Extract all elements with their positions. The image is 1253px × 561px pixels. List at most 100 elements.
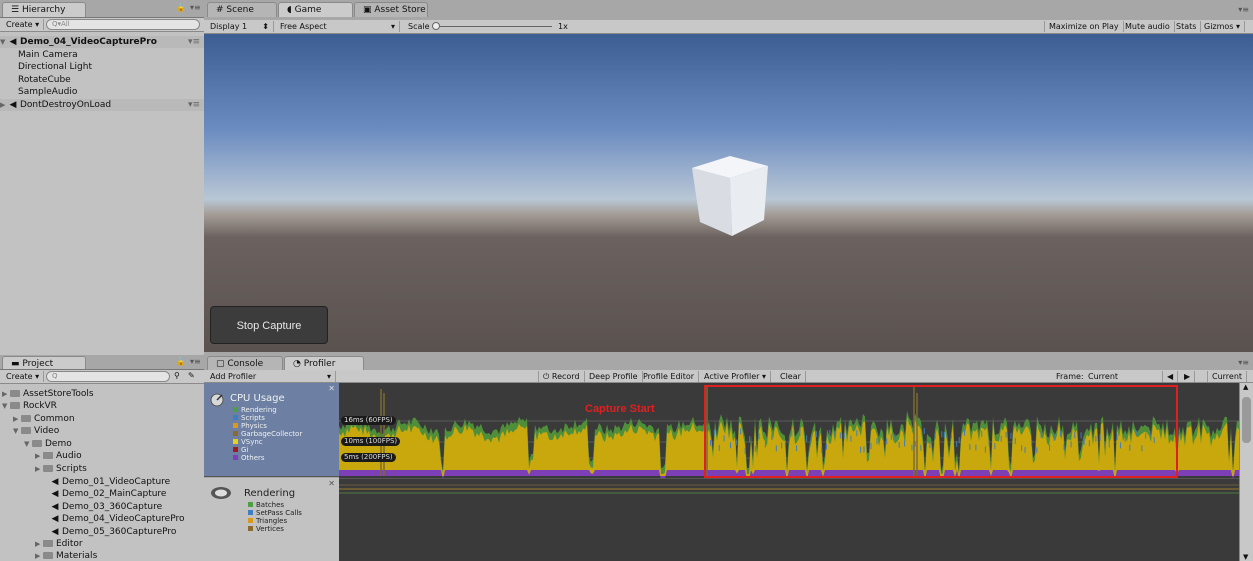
stop-capture-button[interactable]: Stop Capture bbox=[210, 306, 328, 344]
hierarchy-scene-row[interactable]: ▼ ◀ Demo_04_VideoCapturePro ▾≡ bbox=[0, 36, 204, 48]
project-item[interactable]: ◀ Demo_04_VideoCapturePro bbox=[0, 513, 204, 525]
project-item[interactable]: ◀ Demo_05_360CapturePro bbox=[0, 526, 204, 538]
legend-item-others[interactable]: Others bbox=[233, 454, 302, 462]
create-button[interactable]: Create ▾ bbox=[2, 371, 45, 382]
expand-arrow-icon[interactable]: ▼ bbox=[24, 438, 32, 450]
tab-asset-store[interactable]: ▣ Asset Store bbox=[354, 2, 428, 17]
project-item[interactable]: ▶ Audio bbox=[0, 450, 204, 462]
stats-toggle[interactable]: Stats bbox=[1172, 21, 1202, 32]
expand-arrow-icon[interactable]: ▼ bbox=[0, 36, 8, 48]
profile-editor-toggle[interactable]: Profile Editor bbox=[639, 371, 700, 382]
expand-arrow-icon[interactable]: ▶ bbox=[35, 550, 43, 561]
scale-slider-handle[interactable] bbox=[432, 22, 440, 30]
mute-audio-toggle[interactable]: Mute audio bbox=[1121, 21, 1175, 32]
project-item[interactable]: ▼ Demo bbox=[0, 438, 204, 450]
game-viewport[interactable]: Stop Capture bbox=[204, 34, 1253, 352]
project-item[interactable]: ▶ AssetStoreTools bbox=[0, 388, 204, 400]
legend-item-gi[interactable]: Gi bbox=[233, 446, 302, 454]
expand-arrow-icon[interactable]: ▶ bbox=[2, 388, 10, 400]
stepper-icon: ⬍ bbox=[262, 22, 269, 31]
display-select[interactable]: Display 1 ⬍ bbox=[206, 21, 274, 32]
cpu-icon bbox=[210, 393, 224, 407]
legend-item-scripts[interactable]: Scripts bbox=[233, 414, 302, 422]
tab-scene[interactable]: # Scene bbox=[207, 2, 277, 17]
profiler-graph-area[interactable]: 16ms (60FPS) 10ms (100FPS) 5ms (200FPS) … bbox=[339, 383, 1239, 561]
record-icon: ⏻ bbox=[543, 372, 550, 381]
console-icon: ▢ bbox=[216, 359, 225, 369]
project-item[interactable]: ▼ RockVR bbox=[0, 400, 204, 412]
project-item[interactable]: ◀ Demo_03_360Capture bbox=[0, 501, 204, 513]
legend-item-rendering[interactable]: Rendering bbox=[233, 406, 302, 414]
profiler-icon: ◔ bbox=[293, 359, 301, 369]
project-item[interactable]: ▶ Scripts bbox=[0, 463, 204, 475]
filter-label-icon[interactable]: ✎ bbox=[188, 371, 195, 380]
scroll-up-icon[interactable]: ▲ bbox=[1243, 383, 1248, 391]
aspect-select[interactable]: Free Aspect ▾ bbox=[276, 21, 400, 32]
menu-icon[interactable]: ▾≡ bbox=[188, 36, 200, 48]
active-profiler-dropdown[interactable]: Active Profiler ▾ bbox=[700, 371, 772, 382]
legend-item-physics[interactable]: Physics bbox=[233, 422, 302, 430]
project-item[interactable]: ▼ Video bbox=[0, 425, 204, 437]
prev-frame-button[interactable]: ◀ bbox=[1162, 371, 1179, 382]
tab-console[interactable]: ▢ Console bbox=[207, 356, 283, 370]
expand-arrow-icon[interactable]: ▶ bbox=[35, 450, 43, 462]
menu-icon[interactable]: ▾≡ bbox=[190, 357, 201, 366]
hierarchy-item[interactable]: Main Camera bbox=[0, 49, 204, 61]
hierarchy-scene-row[interactable]: ▶ ◀ DontDestroyOnLoad ▾≡ bbox=[0, 99, 204, 111]
capture-start-annotation: Capture Start bbox=[585, 403, 655, 415]
lock-icon[interactable]: 🔒 bbox=[176, 3, 186, 12]
close-icon[interactable]: ✕ bbox=[328, 384, 335, 393]
gizmos-dropdown[interactable]: Gizmos ▾ bbox=[1200, 21, 1246, 32]
tab-profiler[interactable]: ◔ Profiler bbox=[284, 356, 364, 370]
current-frame-button[interactable]: Current bbox=[1207, 371, 1248, 382]
legend-item-vertices[interactable]: Vertices bbox=[248, 525, 302, 533]
record-toggle[interactable]: ⏻ Record bbox=[538, 371, 585, 382]
project-item[interactable]: ▶ Materials bbox=[0, 550, 204, 561]
scale-slider[interactable] bbox=[432, 26, 552, 27]
legend-item-batches[interactable]: Batches bbox=[248, 501, 302, 509]
project-item[interactable]: ▶ Editor bbox=[0, 538, 204, 550]
menu-icon[interactable]: ▾≡ bbox=[1238, 358, 1249, 367]
project-item[interactable]: ◀ Demo_01_VideoCapture bbox=[0, 476, 204, 488]
maximize-on-play-toggle[interactable]: Maximize on Play bbox=[1044, 21, 1124, 32]
profiler-panel: ▢ Console ◔ Profiler ▾≡ Add Profiler ▾ ⏻… bbox=[204, 355, 1253, 561]
add-profiler-dropdown[interactable]: Add Profiler ▾ bbox=[206, 371, 336, 382]
close-icon[interactable]: ✕ bbox=[328, 479, 335, 488]
scrollbar-thumb[interactable] bbox=[1242, 397, 1251, 443]
expand-arrow-icon[interactable]: ▶ bbox=[0, 99, 8, 111]
hierarchy-item[interactable]: SampleAudio bbox=[0, 86, 204, 98]
legend-item-garbagecollector[interactable]: GarbageCollector bbox=[233, 430, 302, 438]
expand-arrow-icon[interactable]: ▼ bbox=[13, 425, 21, 437]
legend-item-setpass-calls[interactable]: SetPass Calls bbox=[248, 509, 302, 517]
next-frame-button[interactable]: ▶ bbox=[1180, 371, 1196, 382]
hierarchy-item[interactable]: RotateCube bbox=[0, 74, 204, 86]
tab-game[interactable]: ◖ Game bbox=[278, 2, 353, 17]
hierarchy-search-input[interactable]: Q▾All bbox=[46, 19, 200, 30]
rendering-module-legend[interactable]: ✕ Rendering Batches SetPass Calls Triang… bbox=[204, 478, 339, 561]
legend-item-triangles[interactable]: Triangles bbox=[248, 517, 302, 525]
project-search-input[interactable]: Q bbox=[46, 371, 170, 382]
project-item[interactable]: ▶ Common bbox=[0, 413, 204, 425]
menu-icon[interactable]: ▾≡ bbox=[188, 99, 200, 111]
scroll-down-icon[interactable]: ▼ bbox=[1243, 553, 1248, 561]
menu-icon[interactable]: ▾≡ bbox=[1238, 5, 1249, 14]
filter-type-icon[interactable]: ⚲ bbox=[174, 371, 180, 380]
clear-button[interactable]: Clear bbox=[776, 371, 806, 382]
expand-arrow-icon[interactable]: ▶ bbox=[35, 463, 43, 475]
project-item[interactable]: ◀ Demo_02_MainCapture bbox=[0, 488, 204, 500]
expand-arrow-icon[interactable]: ▶ bbox=[35, 538, 43, 550]
hierarchy-item[interactable]: Directional Light bbox=[0, 61, 204, 73]
lock-icon[interactable]: 🔒 bbox=[176, 357, 186, 366]
cpu-module-legend[interactable]: ✕ CPU Usage Rendering Scripts Physics Ga… bbox=[204, 383, 339, 477]
others-swatch bbox=[233, 455, 238, 460]
deep-profile-toggle[interactable]: Deep Profile bbox=[585, 371, 643, 382]
tab-project[interactable]: ▬ Project bbox=[2, 356, 86, 369]
vertical-scrollbar[interactable]: ▲ ▼ bbox=[1239, 383, 1253, 561]
tab-hierarchy[interactable]: ☰ Hierarchy bbox=[2, 2, 86, 17]
expand-arrow-icon[interactable]: ▼ bbox=[2, 400, 10, 412]
hierarchy-panel: ☰ Hierarchy 🔒 ▾≡ Create ▾ Q▾All ▼ ◀ Demo_0… bbox=[0, 0, 204, 355]
menu-icon[interactable]: ▾≡ bbox=[190, 3, 201, 12]
create-button[interactable]: Create ▾ bbox=[2, 19, 45, 30]
expand-arrow-icon[interactable]: ▶ bbox=[13, 413, 21, 425]
legend-item-vsync[interactable]: VSync bbox=[233, 438, 302, 446]
